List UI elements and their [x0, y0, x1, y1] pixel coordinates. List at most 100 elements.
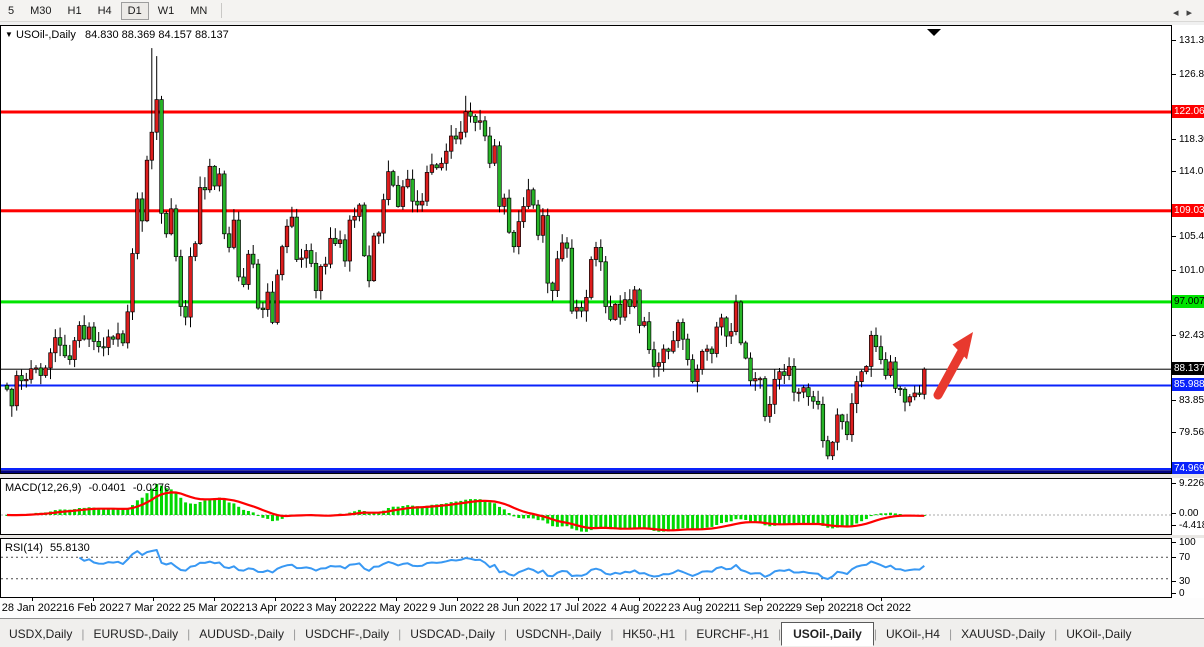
chart-tab-ukoil-h4[interactable]: UKOil-,H4: [877, 623, 949, 645]
macd-histogram-bar: [121, 509, 124, 515]
timeframe-button-m30[interactable]: M30: [23, 2, 58, 20]
horizontal-line-74.969[interactable]: [1, 468, 1171, 470]
timeframe-button-w1[interactable]: W1: [151, 2, 182, 20]
price-chart-panel: ▼ USOil-,Daily 84.830 88.369 84.157 88.1…: [0, 25, 1172, 474]
chart-tab-ukoil-daily[interactable]: UKOil-,Daily: [1057, 623, 1140, 645]
hline-price-tag: 85.988: [1172, 378, 1204, 391]
candle-body: [860, 372, 864, 382]
timeframe-button-5[interactable]: 5: [1, 2, 21, 20]
rsi-chart: [1, 539, 1171, 597]
candle-body: [700, 351, 704, 369]
chart-tab-usdcnh-daily[interactable]: USDCNH-,Daily: [507, 623, 610, 645]
macd-histogram-bar: [624, 515, 627, 529]
candle-body: [68, 356, 72, 360]
hline-price-tag: 97.007: [1172, 295, 1204, 308]
macd-histogram-bar: [517, 515, 520, 518]
candle-body: [213, 166, 217, 186]
horizontal-line-band[interactable]: [1, 470, 1171, 473]
candle-body: [189, 257, 193, 318]
candle-body: [78, 326, 82, 341]
symbol-dropdown-icon[interactable]: ▼: [5, 30, 13, 39]
candle-body: [276, 275, 280, 323]
candle-body: [869, 335, 873, 366]
macd-histogram-bar: [619, 515, 622, 530]
macd-histogram-bar: [203, 501, 206, 515]
time-axis-tickmark: [396, 598, 397, 601]
candle-body: [420, 201, 424, 205]
candle-body: [121, 334, 125, 343]
candle-body: [266, 292, 270, 309]
time-axis-tickmark: [335, 598, 336, 601]
candle-body: [92, 327, 96, 341]
time-axis[interactable]: 28 Jan 202216 Feb 20227 Mar 202225 Mar 2…: [0, 598, 1204, 618]
trend-arrow-shaft[interactable]: [938, 353, 961, 395]
macd-histogram-bar: [614, 515, 617, 529]
macd-histogram-bar: [860, 515, 863, 521]
candle-body: [918, 393, 922, 395]
macd-indicator-panel: MACD(12,26,9) -0.0401 -0.0276: [0, 478, 1172, 535]
chart-tab-usdchf-daily[interactable]: USDCHF-,Daily: [296, 623, 398, 645]
chart-tab-usoil-daily[interactable]: USOil-,Daily: [781, 622, 874, 646]
macd-histogram-bar: [266, 515, 269, 519]
chart-tab-eurchf-h1[interactable]: EURCHF-,H1: [687, 623, 778, 645]
candle-body: [179, 257, 183, 307]
horizontal-line-122.060[interactable]: [1, 111, 1171, 114]
timeframe-button-h4[interactable]: H4: [91, 2, 119, 20]
candle-body: [54, 338, 58, 353]
macd-histogram-bar: [802, 515, 805, 524]
candle-body: [855, 382, 859, 404]
chart-tab-audusd-daily[interactable]: AUDUSD-,Daily: [190, 623, 293, 645]
candle-body: [691, 360, 695, 382]
time-axis-label: 4 Aug 2022: [611, 602, 667, 614]
candle-body: [503, 198, 507, 206]
chart-tab-hk50-h1[interactable]: HK50-,H1: [614, 623, 685, 645]
price-axis[interactable]: 131.300126.880118.300114.010105.430101.0…: [1172, 25, 1204, 598]
chart-ohlc-values: 84.830 88.369 84.157 88.137: [85, 29, 229, 41]
tab-scroll-right-icon[interactable]: ▸: [1186, 7, 1200, 19]
time-axis-label: 13 Apr 2022: [245, 602, 304, 614]
candle-body: [218, 174, 222, 186]
candle-body: [150, 132, 154, 160]
candle-body: [353, 216, 357, 220]
candle-body: [483, 121, 487, 136]
candle-body: [305, 251, 309, 259]
rsi-axis-tick: 70: [1172, 552, 1190, 563]
panel-splitter[interactable]: [0, 474, 1204, 478]
candle-body: [783, 372, 787, 376]
chart-tab-usdcad-daily[interactable]: USDCAD-,Daily: [401, 623, 504, 645]
tab-scroll-left-icon[interactable]: ◂: [1173, 7, 1187, 19]
candle-body: [295, 217, 299, 259]
candle-body: [377, 233, 381, 236]
candle-body: [908, 397, 912, 402]
macd-histogram-bar: [218, 498, 221, 515]
macd-axis-tick: 9.2266: [1172, 478, 1204, 489]
candle-body: [696, 370, 700, 382]
panel-splitter[interactable]: [0, 535, 1204, 538]
candle-body: [879, 347, 883, 360]
macd-axis-tick: 0.00: [1172, 508, 1198, 519]
candle-body: [430, 165, 434, 173]
candle-body: [498, 146, 502, 207]
candle-body: [184, 307, 188, 318]
candle-body: [372, 236, 376, 281]
candle-body: [82, 326, 86, 340]
horizontal-line-85.988[interactable]: [1, 385, 1171, 387]
timeframe-button-d1[interactable]: D1: [121, 2, 149, 20]
chart-tab-xauusd-daily[interactable]: XAUUSD-,Daily: [952, 623, 1054, 645]
candle-body: [15, 376, 19, 406]
candle-body: [203, 188, 207, 190]
candle-body: [845, 422, 849, 435]
timeframe-button-h1[interactable]: H1: [61, 2, 89, 20]
candle-body: [705, 349, 709, 351]
candle-body: [334, 238, 338, 243]
macd-histogram-bar: [667, 515, 670, 531]
macd-histogram-bar: [735, 515, 738, 519]
chart-tab-eurusd-daily[interactable]: EURUSD-,Daily: [84, 623, 187, 645]
time-axis-tickmark: [32, 598, 33, 601]
timeframe-button-mn[interactable]: MN: [183, 2, 214, 20]
candle-body: [116, 334, 120, 339]
chart-tab-usdx-daily[interactable]: USDX,Daily: [0, 623, 81, 645]
candle-body: [10, 389, 14, 406]
macd-histogram-bar: [696, 515, 699, 530]
time-axis-label: 7 Mar 2022: [125, 602, 181, 614]
